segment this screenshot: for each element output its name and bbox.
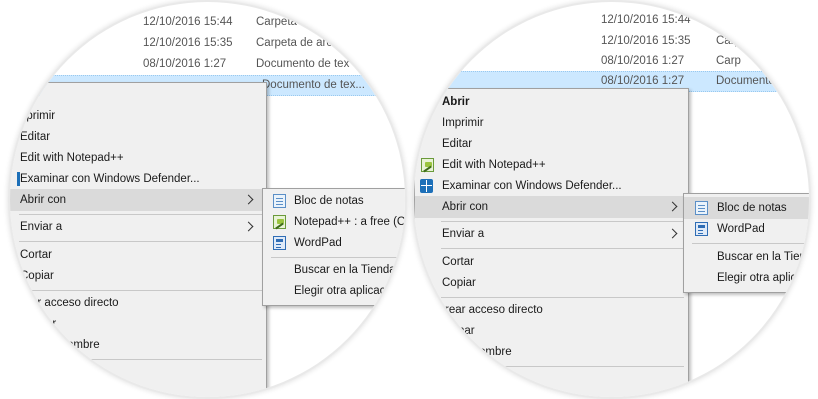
menu-item-print[interactable]: nprimir: [10, 105, 266, 127]
menu-item-create-shortcut[interactable]: rear acceso directo: [415, 299, 688, 321]
menu-item-rename[interactable]: ombre: [10, 334, 266, 356]
file-row[interactable]: 12/10/2016 15:35 Carp: [414, 32, 809, 51]
file-date: 08/10/2016 1:27: [601, 55, 685, 67]
chevron-right-icon: [243, 194, 254, 205]
menu-divider: [19, 214, 262, 215]
chevron-right-icon: [667, 228, 678, 239]
menu-item-scan-defender[interactable]: Examinar con Windows Defender...: [415, 175, 688, 197]
left-zoom-lens: 12/10/2016 15:44 Carpeta 12/10/2016 15:3…: [10, 2, 405, 397]
menu-item-scan-defender[interactable]: Examinar con Windows Defender...: [10, 168, 266, 190]
menu-divider: [19, 241, 262, 242]
menu-item-create-shortcut[interactable]: ar acceso directo: [10, 292, 266, 314]
menu-item-print[interactable]: Imprimir: [415, 112, 688, 134]
submenu-item-search-store[interactable]: Buscar en la Tiend: [684, 246, 809, 268]
submenu-item-choose-other-app[interactable]: Elegir otra aplic: [684, 267, 809, 289]
wordpad-icon: [273, 236, 286, 250]
submenu-item-wordpad[interactable]: WordPad: [684, 218, 809, 240]
menu-item-cut[interactable]: Cortar: [415, 251, 688, 273]
menu-divider: [441, 366, 684, 367]
menu-item-open[interactable]: Abrir: [415, 91, 688, 113]
windows-defender-icon: [420, 179, 433, 193]
menu-item-open-with[interactable]: Abrir con: [10, 189, 266, 211]
menu-item-open[interactable]: rir: [10, 83, 266, 105]
menu-item-edit-with-notepadpp[interactable]: Edit with Notepad++: [415, 154, 688, 176]
file-type: Documento: [716, 75, 775, 87]
submenu-item-choose-other-app[interactable]: Elegir otra aplicac: [263, 280, 405, 302]
notepad-icon: [695, 201, 708, 215]
submenu-item-notepad[interactable]: Bloc de notas: [263, 190, 405, 212]
menu-item-copy[interactable]: Copiar: [415, 272, 688, 294]
menu-divider: [692, 243, 809, 244]
menu-item-send-to[interactable]: Enviar a: [10, 216, 266, 238]
submenu-item-notepadpp[interactable]: Notepad++ : a free (C: [263, 211, 405, 233]
menu-divider: [441, 248, 684, 249]
menu-item-edit[interactable]: Editar: [10, 126, 266, 148]
menu-item-rename[interactable]: ombre: [415, 341, 688, 363]
file-row[interactable]: 12/10/2016 15:44: [414, 11, 809, 30]
file-date: 12/10/2016 15:44: [143, 16, 233, 28]
menu-item-edit-with-notepadpp[interactable]: Edit with Notepad++: [10, 147, 266, 169]
menu-divider: [441, 221, 684, 222]
context-menu: Abrir Imprimir Editar Edit with Notepad+…: [414, 88, 689, 397]
submenu-item-wordpad[interactable]: WordPad: [263, 232, 405, 254]
submenu-item-search-store[interactable]: Buscar en la Tienda: [263, 259, 405, 281]
file-type: Carp: [716, 55, 741, 67]
file-type: Documento de tex...: [262, 79, 365, 91]
open-with-submenu: Bloc de notas WordPad Buscar en la Tiend…: [683, 193, 809, 293]
file-row[interactable]: 08/10/2016 1:27 Carp: [414, 52, 809, 71]
file-date: 08/10/2016 1:27: [143, 58, 227, 70]
file-date: 12/10/2016 15:44: [601, 14, 691, 26]
menu-item-edit[interactable]: Editar: [415, 133, 688, 155]
file-type: Documento de tex: [256, 58, 350, 70]
menu-item-delete[interactable]: nar: [415, 320, 688, 342]
context-menu: rir nprimir Editar Edit with Notepad++ E…: [10, 82, 267, 397]
menu-item-cut[interactable]: Cortar: [10, 244, 266, 266]
menu-item-send-to[interactable]: Enviar a: [415, 223, 688, 245]
menu-divider: [19, 290, 262, 291]
chevron-right-icon: [667, 201, 678, 212]
menu-item-copy[interactable]: Copiar: [10, 265, 266, 287]
notepad-icon: [273, 194, 286, 208]
open-with-submenu: Bloc de notas Notepad++ : a free (C Word…: [262, 188, 405, 306]
menu-item-open-with[interactable]: Abrir con: [415, 196, 688, 218]
right-zoom-lens: 12/10/2016 15:44 12/10/2016 15:35 Carp 0…: [414, 2, 809, 397]
wordpad-icon: [695, 222, 708, 236]
notepadpp-icon: [273, 215, 286, 229]
file-date: 12/10/2016 15:35: [143, 37, 233, 49]
menu-divider: [271, 257, 405, 258]
file-row[interactable]: 12/10/2016 15:44 Carpeta: [10, 13, 405, 32]
file-date: 12/10/2016 15:35: [601, 35, 691, 47]
menu-item-delete[interactable]: ar: [10, 313, 266, 335]
submenu-item-notepad[interactable]: Bloc de notas: [684, 197, 809, 219]
file-type: Carp: [716, 35, 741, 47]
file-type: Carpeta: [256, 16, 297, 28]
menu-divider: [441, 297, 684, 298]
menu-divider: [19, 359, 262, 360]
file-type: Carpeta de arc: [256, 37, 333, 49]
notepadpp-icon: [421, 158, 434, 172]
file-row[interactable]: 08/10/2016 1:27 Documento de tex: [10, 55, 405, 74]
chevron-right-icon: [243, 221, 254, 232]
file-row[interactable]: 12/10/2016 15:35 Carpeta de arc: [10, 34, 405, 53]
